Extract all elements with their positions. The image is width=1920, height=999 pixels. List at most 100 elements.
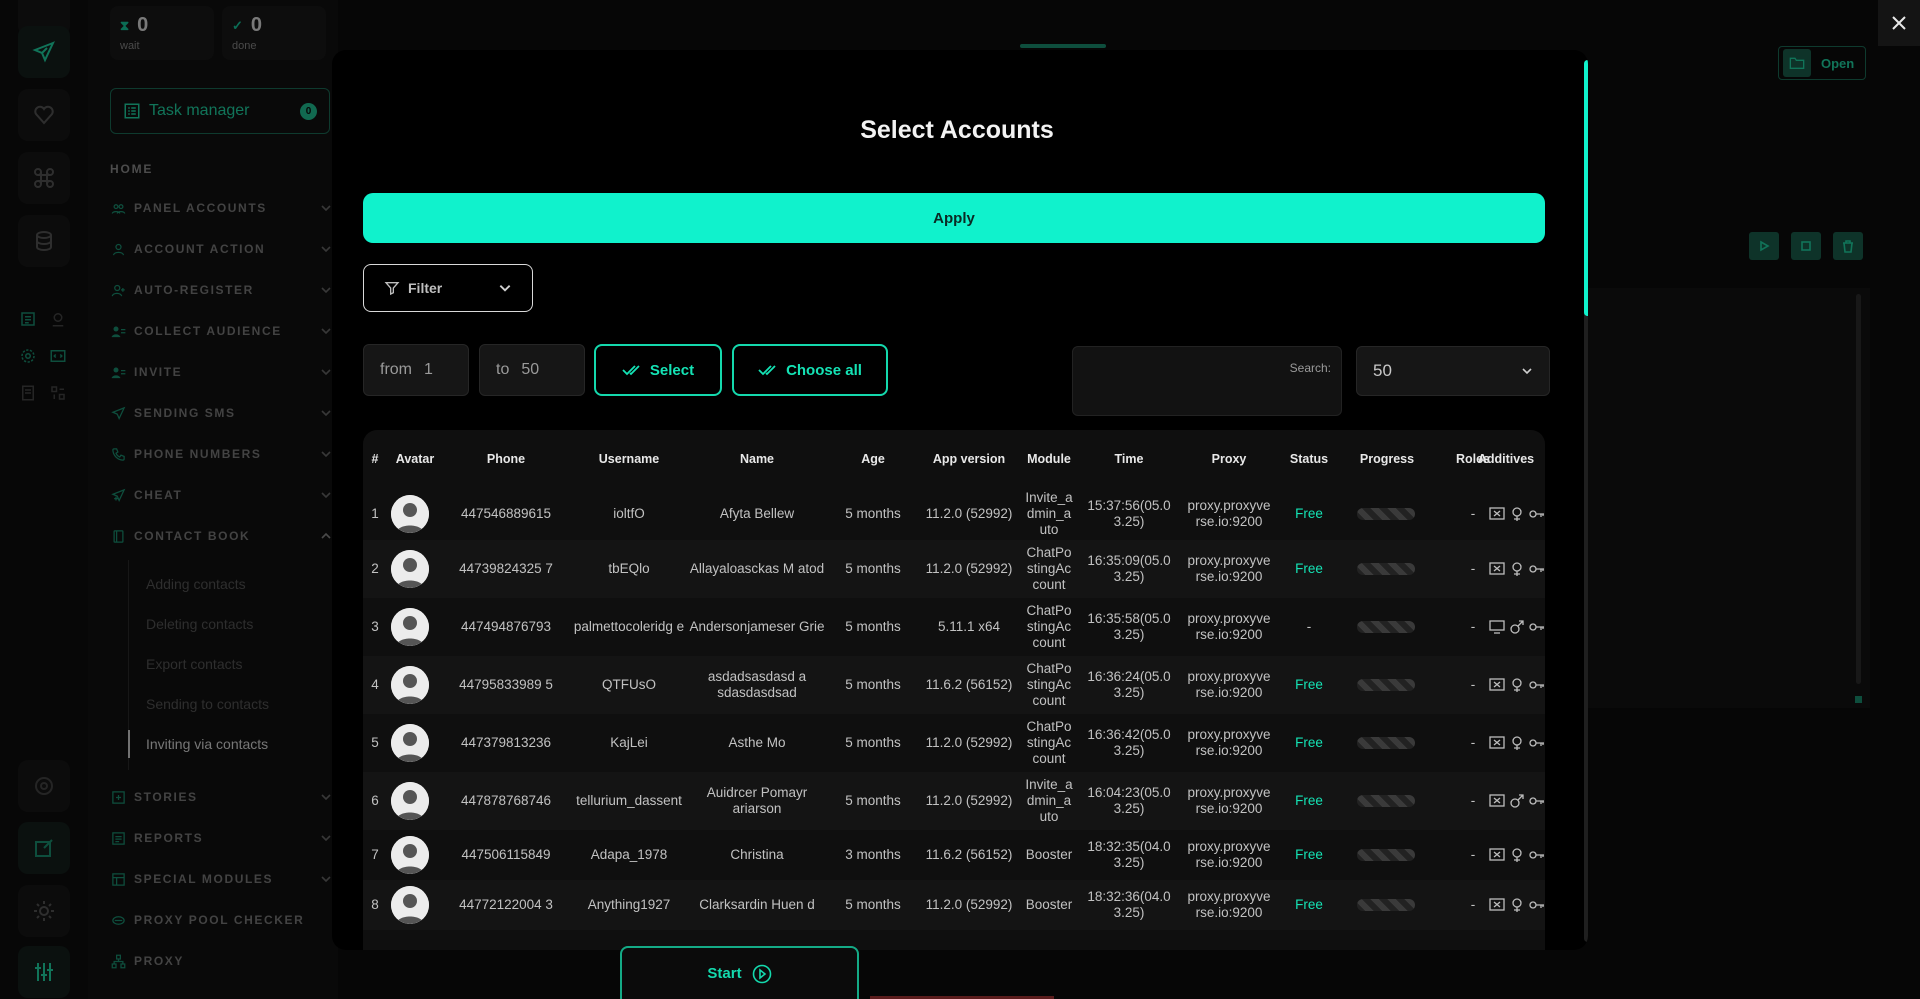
- header-hash: #: [371, 452, 379, 466]
- avatar: [391, 666, 429, 704]
- cell-hash: 8: [371, 897, 379, 912]
- cell-age: 5 months: [845, 897, 901, 912]
- additives-icons: [1489, 507, 1545, 521]
- cell-username: ioltfO: [613, 506, 645, 521]
- cell-hash: 5: [371, 735, 379, 750]
- cell-app-version: 5.11.1 x64: [937, 619, 1001, 634]
- cell-app-version: 11.2.0 (52992): [925, 506, 1013, 521]
- cell-username: tellurium_dassent: [576, 793, 682, 808]
- cell-time: 18:32:36(04.0 3.25): [1087, 889, 1171, 920]
- additives-icons: [1489, 562, 1545, 576]
- cell-username: Adapa_1978: [590, 847, 668, 862]
- modal-scrollbar-thumb[interactable]: [1584, 60, 1588, 316]
- cell-age: 3 months: [845, 847, 901, 862]
- cell-time: 16:36:24(05.0 3.25): [1087, 669, 1171, 700]
- cell-proxy: proxy.proxyve rse.io:9200: [1187, 498, 1271, 529]
- female-icon: [1512, 736, 1522, 750]
- avatar: [391, 886, 429, 924]
- progress-bar: [1357, 621, 1415, 633]
- cell-name: asdadsasdasd a sdasdasdsad: [707, 669, 807, 700]
- key-icon: [1529, 739, 1544, 747]
- from-input[interactable]: from 1: [363, 344, 469, 396]
- cell-name: Clarksardin Huen d: [699, 897, 815, 912]
- device-x-icon: [1489, 736, 1505, 749]
- filter-dropdown[interactable]: Filter: [363, 264, 533, 312]
- cell-time: 16:36:42(05.0 3.25): [1087, 727, 1171, 758]
- cell-module: Invite_a dmin_a uto: [1025, 777, 1073, 824]
- header-proxy: Proxy: [1211, 452, 1247, 466]
- cell-hash: 7: [371, 847, 379, 862]
- per-page-select[interactable]: 50: [1356, 346, 1550, 396]
- table-row[interactable]: 7 447506115849 Adapa_1978 Christina 3 months…: [363, 830, 1545, 880]
- cell-phone: 447546889615: [460, 506, 552, 521]
- female-icon: [1512, 898, 1522, 912]
- progress-bar: [1357, 737, 1415, 749]
- header-progress: Progress: [1359, 452, 1415, 466]
- cell-hash: 1: [371, 506, 379, 521]
- male-icon: [1510, 794, 1524, 808]
- close-icon: [1892, 16, 1906, 30]
- cell-module: Invite_a dmin_a uto: [1025, 490, 1073, 537]
- table-row[interactable]: 1 447546889615 ioltfO Afyta Bellew 5 months 1…: [363, 488, 1545, 540]
- table-row[interactable]: 5 447379813236 KajLei Asthe Mo 5 months 11.2.…: [363, 714, 1545, 772]
- table-row[interactable]: 6 447878768746 tellurium_dassent Auidrcer P…: [363, 772, 1545, 830]
- table-row[interactable]: 8 44772122004 3 Anything1927 Clarksardin Hu…: [363, 880, 1545, 930]
- cell-proxy: proxy.proxyve rse.io:9200: [1187, 611, 1271, 642]
- cell-app-version: 11.2.0 (52992): [925, 735, 1013, 750]
- close-modal-button[interactable]: [1878, 0, 1920, 46]
- cell-age: 5 months: [845, 793, 901, 808]
- table-row[interactable]: 2 44739824325 7 tbEQlo Allayaloasckas M ato…: [363, 540, 1545, 598]
- cell-status: Free: [1295, 677, 1323, 692]
- progress-bar: [1357, 849, 1415, 861]
- table-row[interactable]: 3 447494876793 palmettocoleridg e Andersonj…: [363, 598, 1545, 656]
- female-icon: [1512, 507, 1522, 521]
- select-button[interactable]: Select: [594, 344, 722, 396]
- progress-bar: [1357, 679, 1415, 691]
- double-check-icon: [622, 365, 640, 376]
- cell-time: 16:04:23(05.0 3.25): [1087, 785, 1171, 816]
- additives-icons: [1489, 898, 1545, 912]
- key-icon: [1529, 510, 1544, 518]
- avatar: [391, 782, 429, 820]
- device-x-icon: [1489, 507, 1505, 520]
- choose-all-button[interactable]: Choose all: [732, 344, 888, 396]
- cell-proxy: proxy.proxyve rse.io:9200: [1187, 785, 1271, 816]
- additives-icons: [1489, 848, 1545, 862]
- key-icon: [1529, 565, 1544, 573]
- cell-hash: 6: [371, 793, 379, 808]
- select-accounts-modal: Select Accounts Apply Filter from 1 to 5…: [332, 50, 1588, 950]
- cell-name: Afyta Bellew: [719, 506, 795, 521]
- progress-bar: [1357, 899, 1415, 911]
- device-x-icon: [1489, 848, 1505, 861]
- cell-time: 16:35:09(05.0 3.25): [1087, 553, 1171, 584]
- cell-proxy: proxy.proxyve rse.io:9200: [1187, 889, 1271, 920]
- cell-hash: 3: [371, 619, 379, 634]
- key-icon: [1529, 681, 1544, 689]
- to-input[interactable]: to 50: [479, 344, 585, 396]
- device-x-icon: [1489, 562, 1505, 575]
- header-phone: Phone: [486, 452, 526, 466]
- cell-status: Free: [1295, 506, 1323, 521]
- cell-age: 5 months: [845, 619, 901, 634]
- cell-proxy: proxy.proxyve rse.io:9200: [1187, 553, 1271, 584]
- cell-phone: 44772122004 3: [459, 897, 553, 912]
- cell-hash: 4: [371, 677, 379, 692]
- search-input[interactable]: Search:: [1072, 346, 1342, 416]
- start-button[interactable]: Start: [620, 946, 859, 999]
- accounts-table: # Avatar Phone Username Name Age App version Mo…: [363, 430, 1545, 950]
- cell-status: Free: [1295, 793, 1323, 808]
- cell-phone: 447379813236: [460, 735, 552, 750]
- cell-status: -: [1306, 619, 1312, 634]
- apply-button[interactable]: Apply: [363, 193, 1545, 243]
- avatar: [391, 495, 429, 533]
- header-additives: Additives: [1477, 452, 1535, 466]
- modal-title: Select Accounts: [860, 116, 1054, 144]
- cell-age: 5 months: [845, 506, 901, 521]
- cell-name: Asthe Mo: [728, 735, 786, 750]
- cell-app-version: 11.2.0 (52992): [925, 561, 1013, 576]
- device-x-icon: [1489, 898, 1505, 911]
- female-icon: [1512, 848, 1522, 862]
- table-row[interactable]: 4 44795833989 5 QTFUsO asdadsasdasd a sdasd…: [363, 656, 1545, 714]
- cell-age: 5 months: [845, 677, 901, 692]
- filter-icon: [384, 282, 400, 296]
